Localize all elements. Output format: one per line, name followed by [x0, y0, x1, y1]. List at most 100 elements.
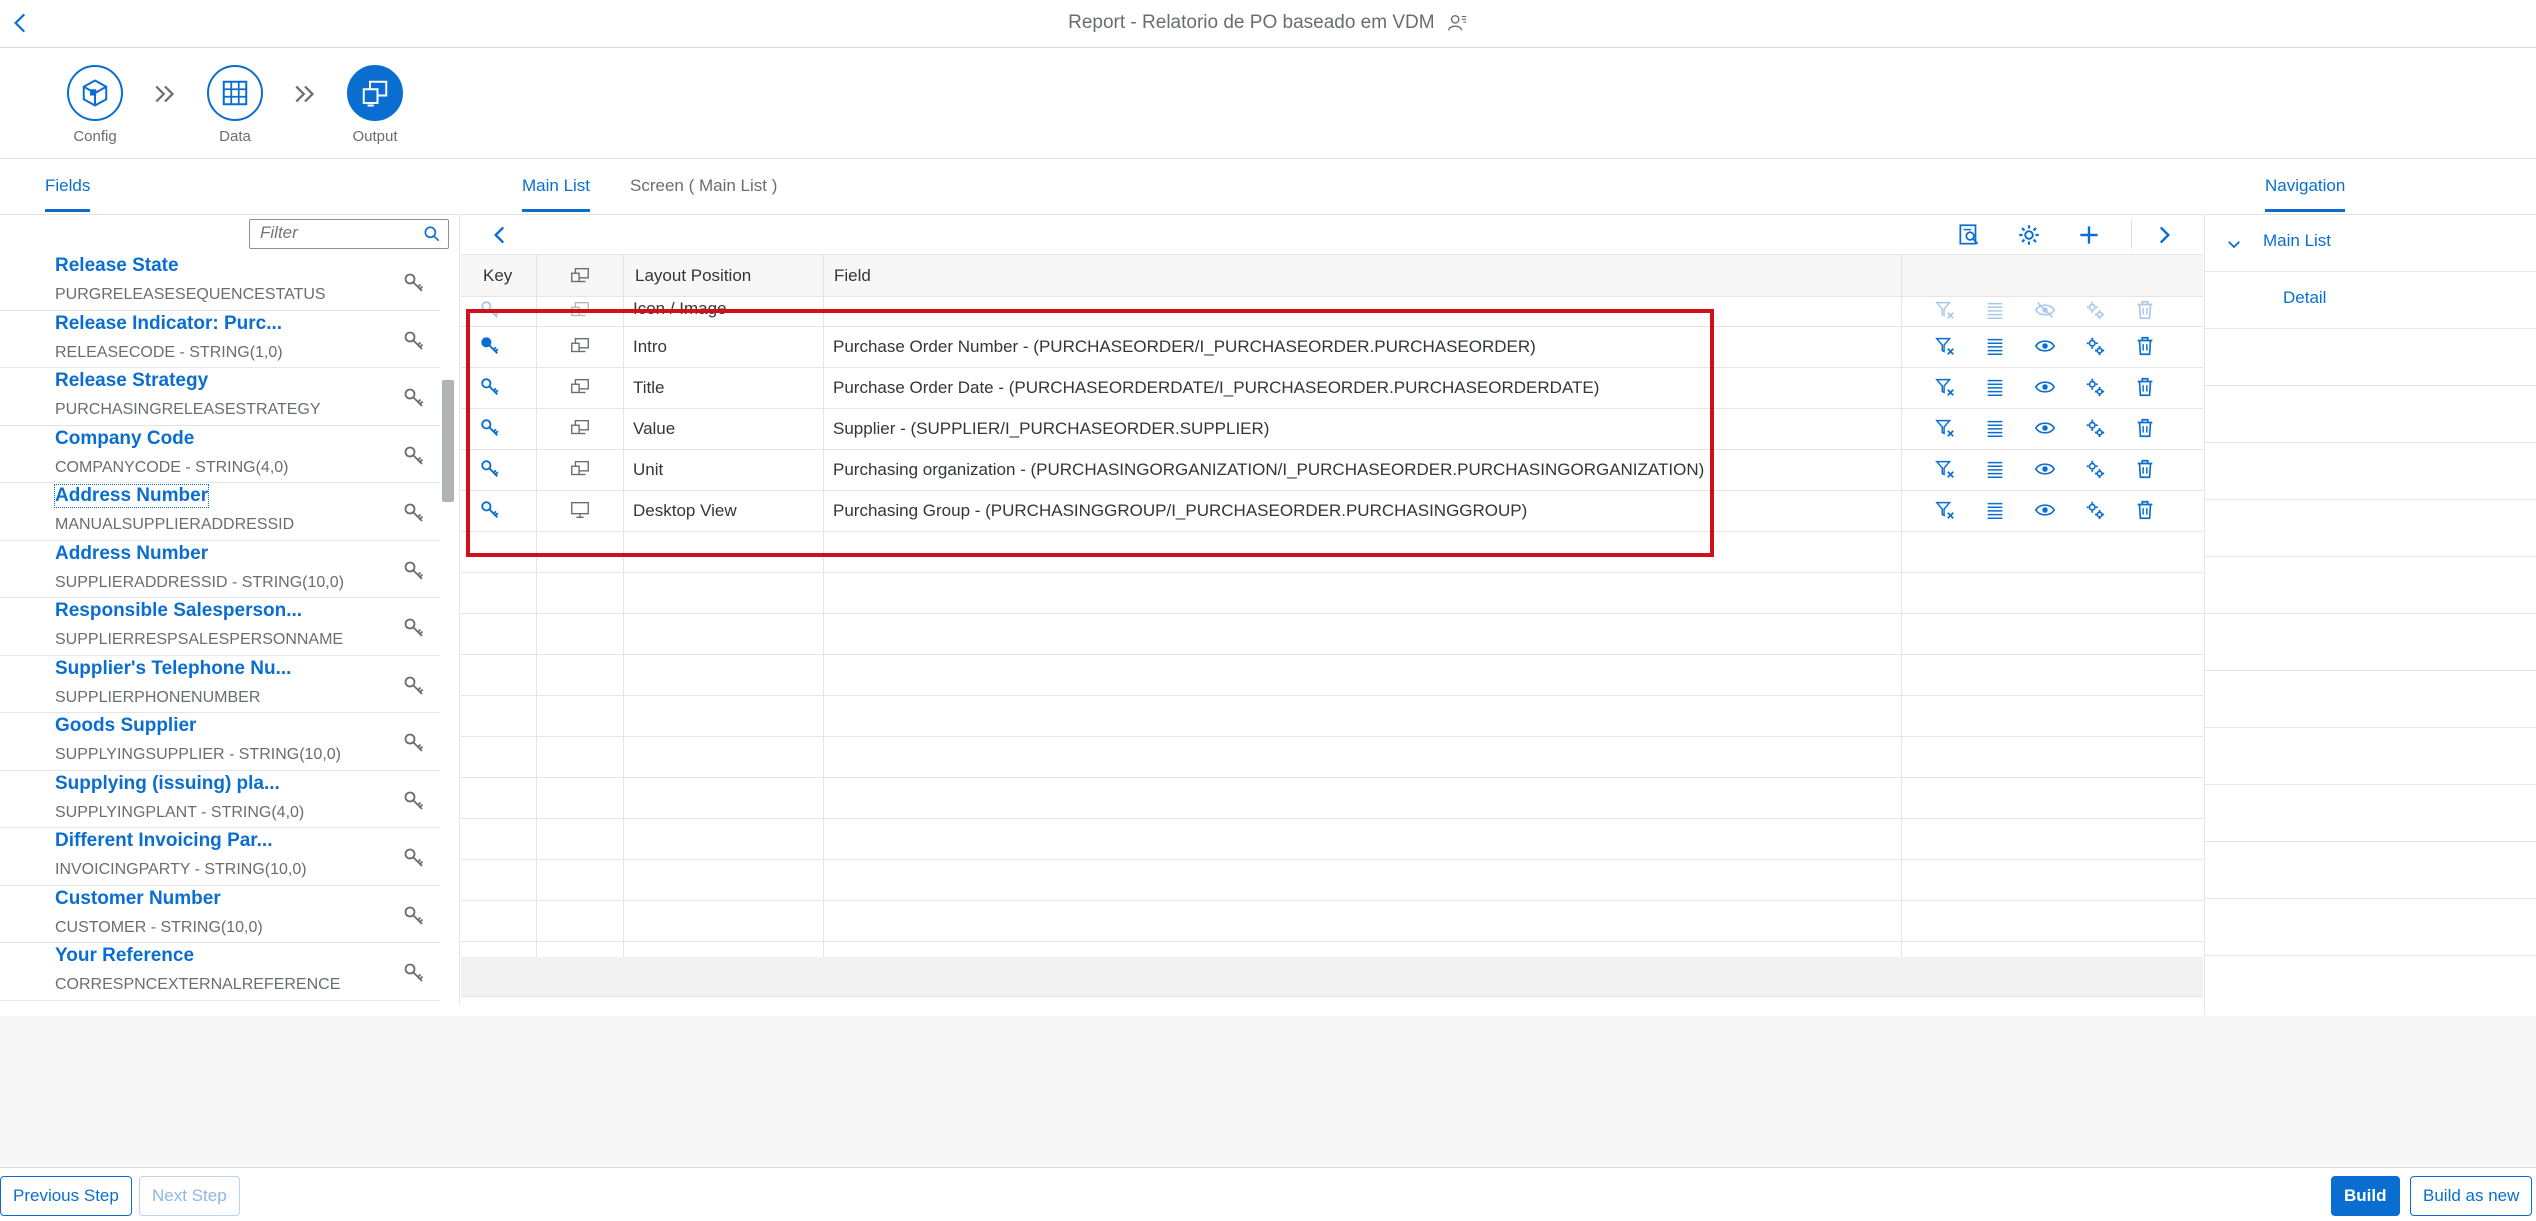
step-config-circle[interactable] [67, 65, 123, 121]
key-icon[interactable] [479, 458, 501, 480]
tab-navigation[interactable]: Navigation [2265, 176, 2346, 212]
key-icon[interactable] [402, 559, 426, 583]
key-icon[interactable] [479, 499, 501, 521]
key-icon[interactable] [479, 335, 501, 357]
field-list-item[interactable]: Customer Number CUSTOMER - STRING(10,0) [0, 886, 440, 943]
field-name[interactable]: Release Indicator: Purc... [55, 313, 282, 335]
key-icon[interactable] [479, 417, 501, 439]
field-name[interactable]: Supplying (issuing) pla... [55, 773, 280, 795]
filter-clear-icon[interactable] [1934, 499, 1956, 521]
key-icon[interactable] [402, 329, 426, 353]
table-row[interactable]: Intro Purchase Order Number - (PURCHASEOR… [461, 327, 2203, 368]
tab-screen-main-list[interactable]: Screen ( Main List ) [630, 176, 777, 196]
field-name[interactable]: Responsible Salesperson... [55, 600, 302, 622]
settings-gear-icon[interactable] [2016, 222, 2042, 248]
filter-clear-icon[interactable] [1934, 417, 1956, 439]
field-name[interactable]: Release Strategy [55, 370, 208, 392]
field-list-item[interactable]: Responsible Salesperson... SUPPLIERRESPSA… [0, 598, 440, 656]
settings-gears-icon[interactable] [2084, 417, 2106, 439]
align-justify-icon[interactable] [1984, 376, 2006, 398]
delete-icon[interactable] [2134, 417, 2156, 439]
key-icon[interactable] [402, 961, 426, 985]
field-name[interactable]: Release State [55, 255, 179, 277]
key-icon[interactable] [402, 846, 426, 870]
eye-icon[interactable] [2034, 458, 2056, 480]
key-icon[interactable] [402, 386, 426, 410]
key-icon[interactable] [402, 904, 426, 928]
step-output[interactable]: Output [323, 65, 427, 174]
settings-gears-icon[interactable] [2084, 335, 2106, 357]
key-icon[interactable] [402, 789, 426, 813]
filter-field[interactable] [249, 219, 449, 249]
step-data-circle[interactable] [207, 65, 263, 121]
header-layout-position[interactable]: Layout Position [635, 266, 751, 286]
header-key[interactable]: Key [483, 266, 512, 286]
delete-icon[interactable] [2134, 499, 2156, 521]
field-name[interactable]: Company Code [55, 428, 194, 450]
table-row[interactable]: Icon / Image [461, 297, 2203, 327]
align-justify-icon[interactable] [1984, 458, 2006, 480]
next-step-button[interactable]: Next Step [139, 1176, 240, 1216]
key-icon[interactable] [402, 616, 426, 640]
filter-clear-icon[interactable] [1934, 458, 1956, 480]
settings-gears-icon[interactable] [2084, 299, 2106, 321]
search-icon[interactable] [422, 224, 442, 244]
key-icon[interactable] [402, 501, 426, 525]
step-output-circle[interactable] [347, 65, 403, 121]
key-icon[interactable] [402, 271, 426, 295]
settings-gears-icon[interactable] [2084, 458, 2106, 480]
eye-hidden-icon[interactable] [2034, 299, 2056, 321]
settings-gears-icon[interactable] [2084, 499, 2106, 521]
eye-icon[interactable] [2034, 376, 2056, 398]
field-name[interactable]: Customer Number [55, 888, 221, 910]
field-list-item[interactable]: Your Reference CORRESPNCEXTERNALREFERENCE [0, 943, 440, 1001]
chevron-down-icon[interactable] [2225, 235, 2243, 253]
nav-item-detail[interactable]: Detail [2205, 272, 2536, 329]
header-field[interactable]: Field [834, 266, 871, 286]
person-icon[interactable] [1446, 12, 1468, 34]
step-config[interactable]: Config [45, 65, 145, 145]
field-list-item[interactable]: Release Indicator: Purc... RELEASECODE - … [0, 311, 440, 368]
filter-clear-icon[interactable] [1934, 376, 1956, 398]
build-as-new-button[interactable]: Build as new [2410, 1176, 2533, 1216]
align-justify-icon[interactable] [1984, 299, 2006, 321]
field-list-item[interactable]: Release Strategy PURCHASINGRELEASESTRATEG… [0, 368, 440, 426]
eye-icon[interactable] [2034, 417, 2056, 439]
field-list-item[interactable]: Address Number SUPPLIERADDRESSID - STRING… [0, 541, 440, 598]
field-list-item[interactable]: Address Number MANUALSUPPLIERADDRESSID [0, 483, 440, 541]
chevron-left-icon[interactable] [487, 222, 513, 248]
field-name[interactable]: Supplier's Telephone Nu... [55, 658, 291, 680]
key-icon[interactable] [479, 376, 501, 398]
field-list-item[interactable]: Goods Supplier SUPPLYINGSUPPLIER - STRING… [0, 713, 440, 771]
filter-clear-icon[interactable] [1934, 299, 1956, 321]
nav-item-main-list[interactable]: Main List [2205, 215, 2536, 272]
delete-icon[interactable] [2134, 335, 2156, 357]
delete-icon[interactable] [2134, 458, 2156, 480]
filter-clear-icon[interactable] [1934, 335, 1956, 357]
build-button[interactable]: Build [2331, 1176, 2400, 1216]
add-icon[interactable] [2076, 222, 2102, 248]
align-justify-icon[interactable] [1984, 499, 2006, 521]
search-document-icon[interactable] [1956, 222, 1982, 248]
tab-fields[interactable]: Fields [45, 176, 91, 212]
eye-icon[interactable] [2034, 335, 2056, 357]
delete-icon[interactable] [2134, 376, 2156, 398]
chevron-right-icon[interactable] [2151, 222, 2177, 248]
field-list-item[interactable]: Supplying (issuing) pla... SUPPLYINGPLANT… [0, 771, 440, 828]
key-icon[interactable] [402, 674, 426, 698]
key-icon[interactable] [402, 731, 426, 755]
key-icon[interactable] [479, 299, 501, 321]
field-list-item[interactable]: Different Invoicing Par... INVOICINGPARTY… [0, 828, 440, 886]
scrollbar-thumb[interactable] [442, 380, 454, 502]
eye-icon[interactable] [2034, 499, 2056, 521]
delete-icon[interactable] [2134, 299, 2156, 321]
field-name[interactable]: Different Invoicing Par... [55, 830, 273, 852]
field-list-item[interactable]: Release State PURGRELEASESEQUENCESTATUS [0, 253, 440, 311]
field-name[interactable]: Address Number [55, 543, 208, 565]
field-list-item[interactable]: Supplier's Telephone Nu... SUPPLIERPHONEN… [0, 656, 440, 713]
field-name[interactable]: Your Reference [55, 945, 194, 967]
table-row[interactable]: Desktop View Purchasing Group - (PURCHASI… [461, 491, 2203, 532]
tab-main-list[interactable]: Main List [522, 176, 591, 212]
align-justify-icon[interactable] [1984, 417, 2006, 439]
table-row[interactable]: Title Purchase Order Date - (PURCHASEORDE… [461, 368, 2203, 409]
